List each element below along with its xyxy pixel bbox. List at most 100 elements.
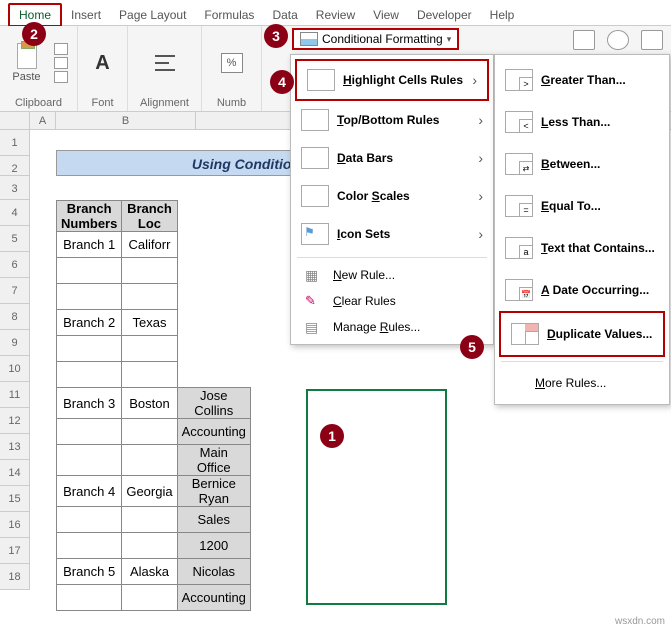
- analyze-icon[interactable]: [641, 30, 663, 50]
- submenu-text-contains[interactable]: Text that Contains...: [495, 227, 669, 269]
- callout-badge-3: 3: [264, 24, 288, 48]
- menu-manage-rules[interactable]: Manage Rules...: [291, 314, 493, 340]
- between-icon: [505, 153, 533, 175]
- table-row: [57, 336, 251, 362]
- greater-than-icon: [505, 69, 533, 91]
- table-row: Branch 5AlaskaNicolas: [57, 559, 251, 585]
- alignment-icon: [155, 55, 175, 71]
- menu-new-rule[interactable]: New Rule...: [291, 262, 493, 288]
- highlight-cells-submenu: Greater Than... Less Than... Between... …: [494, 54, 670, 405]
- find-icon[interactable]: [607, 30, 629, 50]
- text-contains-icon: [505, 237, 533, 259]
- table-row: Branch 2Texas: [57, 310, 251, 336]
- tab-help[interactable]: Help: [481, 5, 524, 25]
- submenu-less-than[interactable]: Less Than...: [495, 101, 669, 143]
- row-headers: 1 2 3 4 5 6 7 8 9 10 11 12 13 14 15 16 1…: [0, 130, 30, 590]
- font-button[interactable]: A: [86, 52, 120, 75]
- row-16[interactable]: 16: [0, 512, 30, 538]
- table-row: Branch 3BostonJose Collins: [57, 388, 251, 419]
- alignment-group-label: Alignment: [140, 97, 189, 109]
- submenu-equal-to[interactable]: Equal To...: [495, 185, 669, 227]
- row-12[interactable]: 12: [0, 408, 30, 434]
- row-11[interactable]: 11: [0, 382, 30, 408]
- menu-top-bottom-rules[interactable]: Top/Bottom Rules: [291, 101, 493, 139]
- table-row: [57, 362, 251, 388]
- menu-highlight-cells-rules[interactable]: HHighlight Cells Rulesighlight Cells Rul…: [295, 59, 489, 101]
- insert-table-icon[interactable]: [573, 30, 595, 50]
- ribbon-right-icons: [573, 30, 663, 50]
- row-5[interactable]: 5: [0, 226, 30, 252]
- submenu-duplicate-values[interactable]: Duplicate Values...: [499, 311, 665, 357]
- color-scales-icon: [301, 185, 329, 207]
- paste-button[interactable]: Paste: [10, 43, 44, 83]
- tab-view[interactable]: View: [364, 5, 408, 25]
- row-1[interactable]: 1: [0, 130, 30, 156]
- submenu-date-occurring[interactable]: A Date Occurring...: [495, 269, 669, 311]
- col-b[interactable]: B: [56, 112, 196, 129]
- less-than-icon: [505, 111, 533, 133]
- ribbon-tabs: Home Insert Page Layout Formulas Data Re…: [0, 0, 671, 26]
- conditional-formatting-menu: HHighlight Cells Rulesighlight Cells Rul…: [290, 54, 494, 345]
- row-3[interactable]: 3: [0, 176, 30, 200]
- select-all-corner[interactable]: [0, 112, 30, 129]
- row-13[interactable]: 13: [0, 434, 30, 460]
- col-a[interactable]: A: [30, 112, 56, 129]
- header-branch-numbers[interactable]: Branch Numbers: [57, 201, 122, 232]
- date-occurring-icon: [505, 279, 533, 301]
- header-branch-location[interactable]: Branch Loc: [122, 201, 177, 232]
- submenu-between[interactable]: Between...: [495, 143, 669, 185]
- row-14[interactable]: 14: [0, 460, 30, 486]
- row-10[interactable]: 10: [0, 356, 30, 382]
- table-row: Branch 1Califorr: [57, 232, 251, 258]
- row-8[interactable]: 8: [0, 304, 30, 330]
- row-4[interactable]: 4: [0, 200, 30, 226]
- manage-rules-icon: [305, 319, 323, 335]
- table-row: Accounting: [57, 585, 251, 611]
- clipboard-group-label: Clipboard: [15, 97, 62, 109]
- tab-review[interactable]: Review: [307, 5, 364, 25]
- font-group-label: Font: [91, 97, 113, 109]
- selection-marquee: [306, 389, 447, 605]
- data-table: Branch Numbers Branch Loc Branch 1Califo…: [56, 200, 251, 611]
- row-2[interactable]: 2: [0, 156, 30, 176]
- paste-label: Paste: [12, 71, 40, 83]
- clipboard-icon: [17, 43, 37, 69]
- conditional-formatting-label: Conditional Formatting: [322, 32, 443, 46]
- menu-color-scales[interactable]: Color Scales: [291, 177, 493, 215]
- font-icon: A: [95, 52, 109, 75]
- menu-icon-sets[interactable]: Icon Sets: [291, 215, 493, 253]
- callout-badge-4: 4: [270, 70, 294, 94]
- number-group-label: Numb: [217, 97, 246, 109]
- menu-clear-rules[interactable]: Clear Rules: [291, 288, 493, 314]
- tab-data[interactable]: Data: [263, 5, 306, 25]
- tab-developer[interactable]: Developer: [408, 5, 481, 25]
- table-row: Accounting: [57, 419, 251, 445]
- callout-badge-2: 2: [22, 22, 46, 46]
- row-15[interactable]: 15: [0, 486, 30, 512]
- duplicate-values-icon: [511, 323, 539, 345]
- row-9[interactable]: 9: [0, 330, 30, 356]
- top-bottom-icon: [301, 109, 329, 131]
- row-7[interactable]: 7: [0, 278, 30, 304]
- menu-data-bars[interactable]: Data Bars: [291, 139, 493, 177]
- conditional-formatting-icon: [300, 32, 318, 46]
- row-17[interactable]: 17: [0, 538, 30, 564]
- row-6[interactable]: 6: [0, 252, 30, 278]
- table-row: Branch 4GeorgiaBernice Ryan: [57, 476, 251, 507]
- tab-insert[interactable]: Insert: [62, 5, 110, 25]
- tab-formulas[interactable]: Formulas: [195, 5, 263, 25]
- clear-rules-icon: [305, 293, 323, 309]
- tab-page-layout[interactable]: Page Layout: [110, 5, 195, 25]
- submenu-greater-than[interactable]: Greater Than...: [495, 59, 669, 101]
- clipboard-small-buttons[interactable]: [54, 43, 68, 83]
- data-bars-icon: [301, 147, 329, 169]
- number-button[interactable]: %: [215, 53, 249, 73]
- alignment-button[interactable]: [148, 55, 182, 71]
- submenu-more-rules[interactable]: More Rules...: [495, 366, 669, 400]
- row-18[interactable]: 18: [0, 564, 30, 590]
- table-row: [57, 284, 251, 310]
- equal-to-icon: [505, 195, 533, 217]
- table-header-row: Branch Numbers Branch Loc: [57, 201, 251, 232]
- conditional-formatting-button[interactable]: Conditional Formatting ▾: [292, 28, 459, 50]
- callout-badge-1: 1: [320, 424, 344, 448]
